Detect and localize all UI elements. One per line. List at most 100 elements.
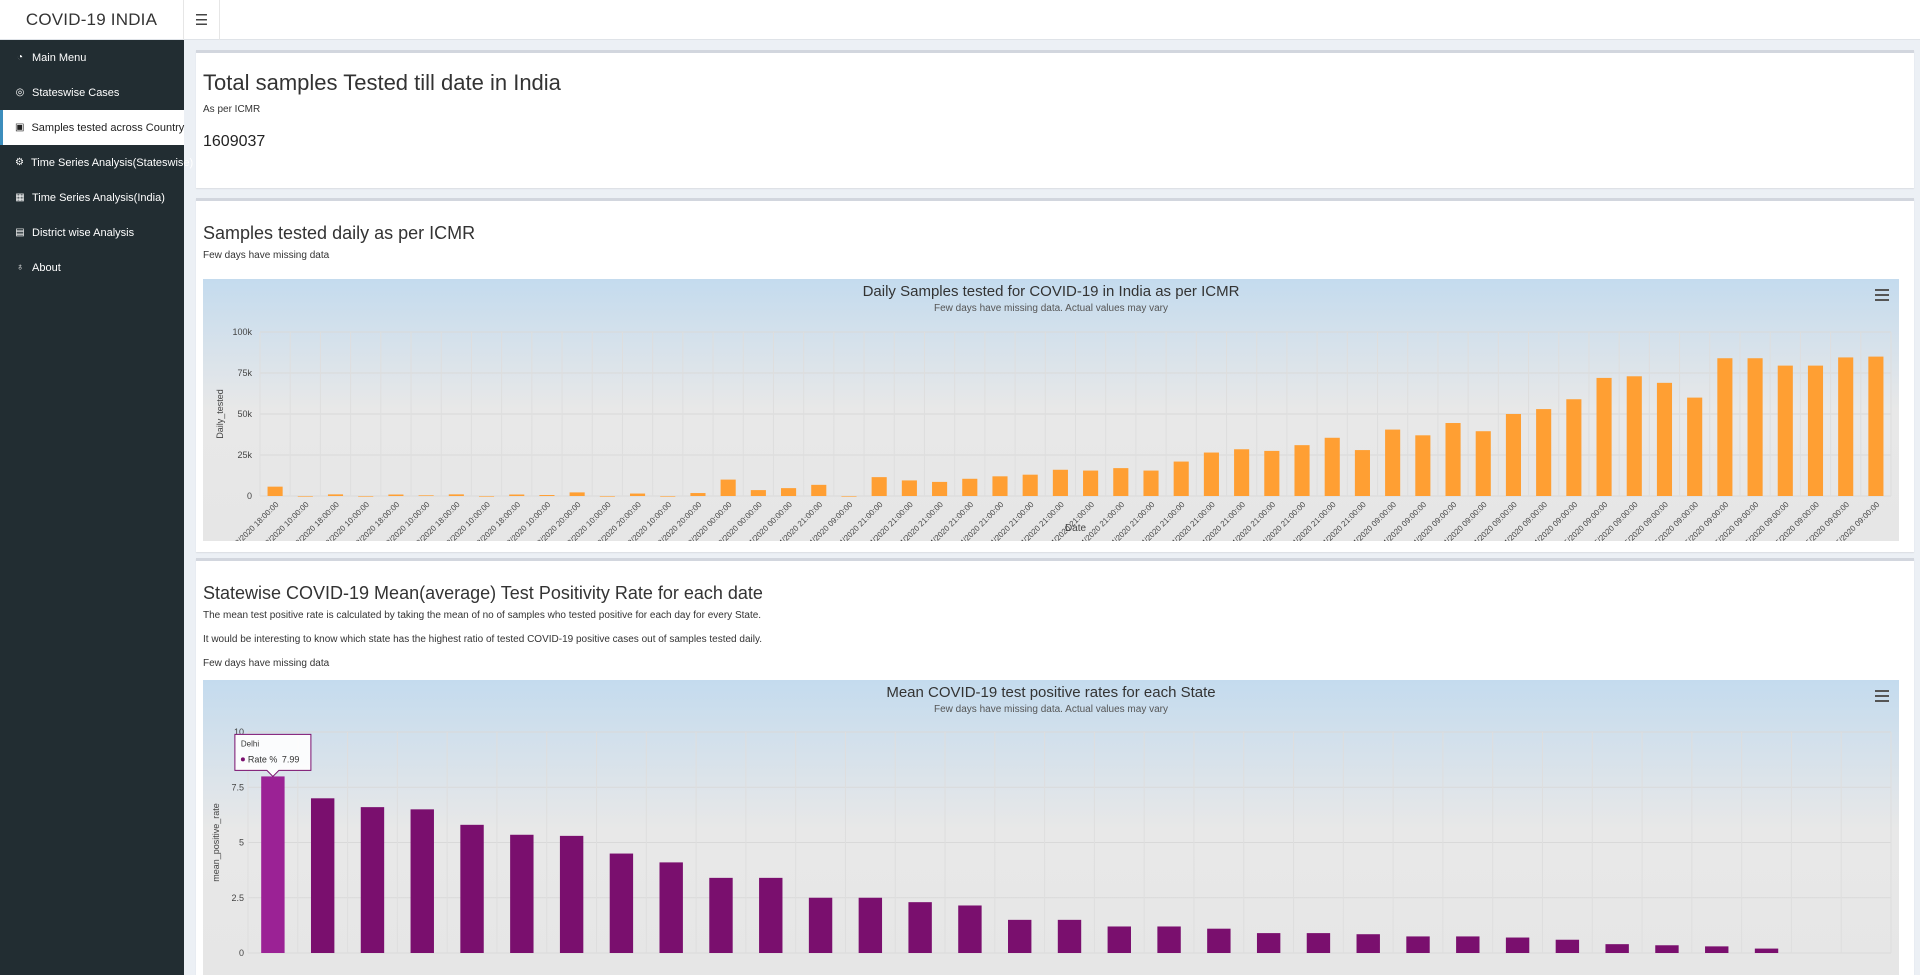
daily-samples-chart: Daily Samples tested for COVID-19 in Ind… — [203, 279, 1899, 541]
sidebar-item-about[interactable]: ♁ About — [0, 250, 184, 285]
tooltip-category: Delhi — [241, 739, 259, 748]
hospital-icon: ▣ — [15, 122, 25, 133]
gear-icon: ⚙ — [15, 157, 24, 168]
daily-bar — [1747, 358, 1763, 496]
daily-bar — [841, 496, 857, 497]
x-axis-label: Date — [1065, 523, 1087, 534]
daily-bar — [1415, 435, 1431, 496]
daily-bar — [1385, 429, 1401, 496]
daily-bar — [539, 495, 555, 496]
daily-bar — [1505, 414, 1522, 496]
daily-bar — [1445, 423, 1461, 496]
sidebar-toggle-button[interactable]: ☰ — [184, 0, 220, 40]
daily-bar — [1234, 449, 1250, 496]
globe-icon: ◎ — [15, 87, 25, 98]
daily-bar — [1294, 445, 1310, 496]
rate-bar — [460, 824, 484, 953]
sidebar-item-district-wise-analysis[interactable]: ▤ District wise Analysis — [0, 215, 184, 250]
daily-bar — [901, 480, 917, 496]
sidebar-item-samples-tested-across-country[interactable]: ▣ Samples tested across Country — [0, 110, 184, 145]
daily-bar — [811, 484, 827, 496]
daily-bar — [358, 496, 374, 497]
daily-bar — [599, 496, 615, 497]
dashboard-icon: ◔ — [16, 52, 24, 63]
rate-bar — [1555, 939, 1580, 953]
rate-bar — [1157, 926, 1181, 953]
daily-bar — [1173, 461, 1189, 496]
daily-bar — [1868, 356, 1884, 496]
daily-bar — [781, 488, 797, 496]
rate-bar — [559, 835, 584, 953]
sidebar-item-stateswise-cases[interactable]: ◎ Stateswise Cases — [0, 75, 184, 110]
tooltip-bullet — [240, 757, 245, 762]
y-tick-label: 75k — [237, 368, 252, 378]
daily-bar — [388, 494, 404, 496]
daily-bar — [1596, 377, 1612, 496]
daily-bar — [1203, 452, 1219, 496]
y-tick-label: 2.5 — [231, 893, 244, 903]
rate-bar — [1306, 933, 1331, 953]
daily-bar — [1052, 469, 1068, 496]
daily-bar — [509, 494, 525, 496]
app-brand[interactable]: COVID-19 INDIA — [0, 0, 184, 40]
main-content: Total samples Tested till date in India … — [184, 40, 1920, 975]
rate-bar — [908, 902, 932, 953]
sidebar-item-time-series-analysis-stateswise[interactable]: ⚙ Time Series Analysis(Stateswise) — [0, 145, 193, 180]
y-tick-label: 25k — [237, 450, 252, 460]
positivity-rate-para1: The mean test positive rate is calculate… — [203, 610, 762, 621]
total-samples-subtitle: As per ICMR — [203, 104, 261, 115]
rate-bar — [759, 877, 783, 953]
rate-bar — [1406, 936, 1430, 953]
positivity-rate-para2: It would be interesting to know which st… — [203, 634, 762, 645]
daily-bar — [327, 494, 344, 496]
rate-bar — [410, 809, 434, 953]
y-axis-label: Daily_tested — [215, 389, 225, 439]
daily-bar — [690, 493, 706, 496]
rate-bar — [310, 798, 335, 953]
rate-chart-svg: 02.557.510mean_positive_rateDelhiRate % 7… — [211, 727, 1892, 958]
daily-bar — [1324, 437, 1340, 496]
rate-bar — [609, 853, 634, 953]
y-tick-label: 7.5 — [231, 782, 244, 792]
hamburger-icon: ☰ — [194, 12, 209, 29]
sidebar-item-label: District wise Analysis — [32, 226, 135, 239]
rate-bar — [510, 834, 534, 953]
positivity-rate-box: Statewise COVID-19 Mean(average) Test Po… — [196, 558, 1914, 975]
sidebar-item-main-menu[interactable]: ◔ Main Menu — [0, 40, 184, 75]
rate-bar — [1256, 933, 1281, 953]
daily-bar — [1083, 470, 1099, 496]
calendar-icon: ▦ — [15, 192, 25, 203]
daily-bar — [1838, 357, 1854, 496]
rate-bar — [958, 905, 982, 953]
rate-bar — [1008, 919, 1032, 953]
daily-bar — [720, 479, 736, 496]
daily-bar — [992, 476, 1008, 496]
daily-bar — [267, 486, 283, 496]
total-samples-value: 1609037 — [203, 133, 266, 150]
daily-bar — [448, 494, 464, 496]
sidebar-item-label: Time Series Analysis(India) — [32, 191, 165, 204]
daily-bar — [871, 477, 887, 496]
award-icon: ♁ — [16, 262, 24, 273]
daily-bar — [1536, 409, 1552, 496]
y-tick-label: 100k — [232, 327, 252, 337]
rate-bar — [1754, 948, 1779, 953]
sidebar-item-time-series-analysis-india[interactable]: ▦ Time Series Analysis(India) — [0, 180, 184, 215]
daily-bar — [1264, 450, 1280, 496]
sidebar: ◔ Main Menu ◎ Stateswise Cases ▣ Samples test… — [0, 40, 193, 975]
rate-bar — [808, 897, 833, 953]
rate-bar — [1356, 934, 1380, 953]
daily-bar — [1626, 376, 1642, 496]
tooltip-series: Rate % — [248, 754, 278, 764]
sidebar-item-label: About — [32, 261, 61, 274]
total-samples-title: Total samples Tested till date in India — [203, 70, 561, 95]
rate-bar — [1505, 937, 1530, 953]
positivity-rate-para3: Few days have missing data — [203, 658, 330, 669]
daily-bar — [1354, 450, 1370, 496]
sidebar-item-label: Time Series Analysis(Stateswise) — [30, 156, 194, 169]
rate-bar — [1705, 946, 1729, 953]
daily-bar — [297, 496, 313, 497]
daily-bar — [1777, 365, 1793, 496]
daily-bar — [418, 495, 434, 496]
rate-bar — [1207, 928, 1231, 953]
